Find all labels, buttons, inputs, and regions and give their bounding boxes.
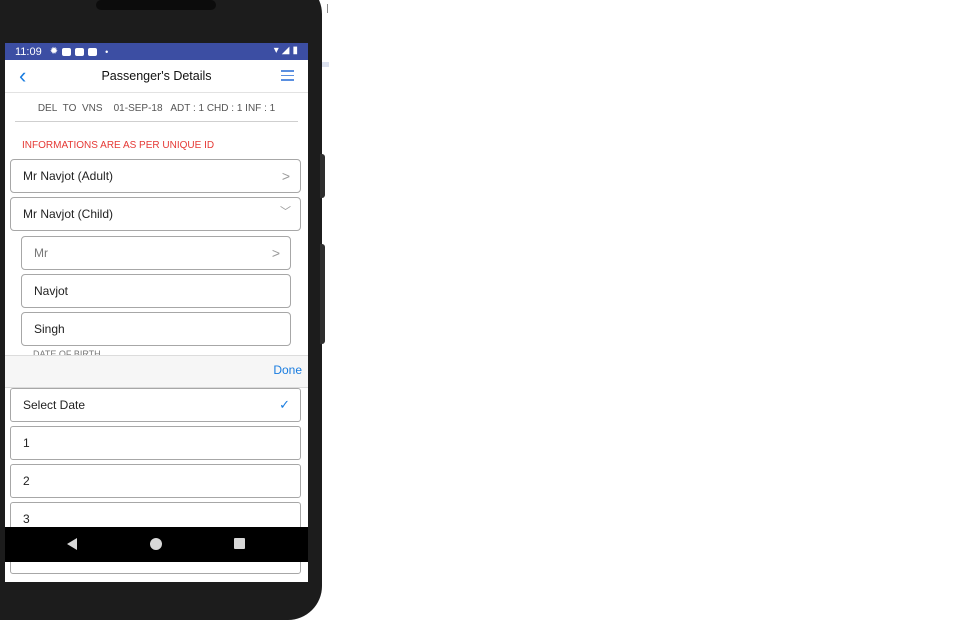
wifi-icon: ▾ [273,45,279,56]
passenger-label: Mr Navjot (Adult) [23,169,114,183]
option-label: Select Date [23,398,86,412]
pax-count: ADT : 1 CHD : 1 INF : 1 [170,103,276,114]
route-from: DEL [37,103,58,114]
app-icon [88,47,98,56]
volume-button [320,154,325,198]
clock: 11:09 [15,45,42,58]
chevron-right-icon: > [271,245,280,261]
passenger-child-row[interactable]: Mr Navjot (Child) ﹀ [10,197,301,231]
unique-id-notice: INFORMATIONS ARE AS PER UNIQUE ID [22,140,215,151]
page-title: Passenger's Details [101,69,212,83]
picker-option[interactable]: 1 [10,426,301,460]
route-to-label: TO [62,103,77,114]
done-button[interactable]: Done [273,363,302,377]
route-summary: DEL TO VNS 01-SEP-18 ADT : 1 CHD : 1 INF… [5,93,308,121]
title-select[interactable]: Mr > [21,236,291,270]
recents-square-icon[interactable] [234,538,245,549]
battery-icon: ▮ [292,45,298,56]
checkmark-icon: ✓ [279,397,290,412]
option-label: 3 [23,512,30,526]
list-icon[interactable] [278,70,294,84]
title-value: Mr [34,246,48,260]
status-right: ▾ ◢ ▮ [274,45,298,56]
notification-dot: • [105,46,109,57]
first-name-value: Navjot [34,284,69,298]
last-name-value: Singh [34,322,65,336]
gear-icon: ✹ [49,46,59,57]
back-triangle-icon[interactable] [67,538,77,550]
first-name-field[interactable]: Navjot [21,274,291,308]
power-button [320,244,325,344]
passenger-label: Mr Navjot (Child) [23,207,114,221]
option-label: 1 [23,436,30,450]
picker-option[interactable]: Select Date ✓ [10,388,301,422]
nav-bar: ‹ Passenger's Details [5,60,308,93]
route-to: VNS [81,103,103,114]
picker-toolbar: Done [5,355,308,388]
option-label: 2 [23,474,30,488]
travel-date: 01-SEP-18 [113,103,163,114]
home-circle-icon[interactable] [150,538,162,550]
edge-highlight [322,62,329,67]
last-name-field[interactable]: Singh [21,312,291,346]
picker-option[interactable]: 2 [10,464,301,498]
chevron-down-icon: ﹀ [280,206,291,218]
app-icon [75,47,85,56]
system-nav-bar [5,527,308,562]
speaker-grille [96,0,216,10]
divider [15,121,298,122]
edge-mark [327,4,328,13]
app-icon [62,47,72,56]
passenger-adult-row[interactable]: Mr Navjot (Adult) > [10,159,301,193]
chevron-right-icon: > [281,168,290,184]
app-screen: 11:09 ✹ • ▾ ◢ ▮ ‹ Passenger's Details DE… [5,43,308,582]
signal-icon: ◢ [281,45,290,56]
status-bar: 11:09 ✹ • ▾ ◢ ▮ [5,43,308,60]
